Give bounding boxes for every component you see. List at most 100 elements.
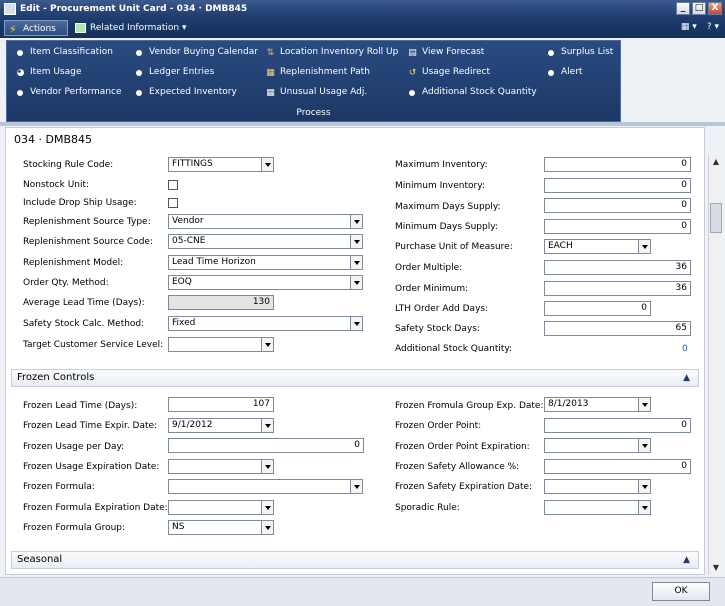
frozen-order-point-expiration-picker[interactable] (544, 438, 651, 453)
minimum-inventory-field[interactable]: 0 (544, 178, 691, 193)
ribbon-item-replenishment-path[interactable]: ▦ Replenishment Path (265, 67, 370, 78)
frozen-order-point-field[interactable]: 0 (544, 418, 691, 433)
frozen-order-point-label: Frozen Order Point: (395, 421, 482, 431)
frozen-usage-per-day-field[interactable]: 0 (168, 438, 364, 453)
chevron-down-icon[interactable] (350, 215, 362, 228)
additional-stock-quantity-link[interactable]: 0 (682, 344, 688, 354)
scroll-thumb[interactable] (710, 203, 722, 233)
replenishment-model-label: Replenishment Model: (23, 258, 124, 268)
maximize-button[interactable]: □ (692, 2, 706, 15)
maximum-inventory-label: Maximum Inventory: (395, 160, 488, 170)
include-drop-ship-usage-checkbox[interactable] (168, 198, 178, 208)
sporadic-rule-select[interactable] (544, 500, 651, 515)
chevron-down-icon[interactable] (638, 240, 650, 253)
chevron-down-icon[interactable] (261, 521, 273, 534)
ribbon-item-vendor-buying-calendar[interactable]: Vendor Buying Calendar (134, 47, 258, 57)
target-customer-service-level-select[interactable] (168, 337, 274, 352)
close-button[interactable]: X (708, 2, 722, 15)
order-minimum-field[interactable]: 36 (544, 281, 691, 296)
frozen-formula-group-select[interactable]: NS (168, 520, 274, 535)
chevron-down-icon[interactable] (261, 460, 273, 473)
order-multiple-label: Order Multiple: (395, 263, 463, 273)
chevron-down-icon[interactable] (261, 419, 273, 432)
maximum-days-supply-field[interactable]: 0 (544, 198, 691, 213)
chevron-down-icon[interactable] (638, 398, 650, 411)
ribbon-item-unusual-usage-adj[interactable]: ▦ Unusual Usage Adj. (265, 87, 367, 98)
maximum-inventory-field[interactable]: 0 (544, 157, 691, 172)
minimum-inventory-label: Minimum Inventory: (395, 181, 485, 191)
order-multiple-field[interactable]: 36 (544, 260, 691, 275)
frozen-formula-select[interactable] (168, 479, 363, 494)
chevron-down-icon[interactable] (350, 276, 362, 289)
safety-stock-days-field[interactable]: 65 (544, 321, 691, 336)
chevron-down-icon[interactable] (638, 501, 650, 514)
replenishment-source-code-select[interactable]: 05-CNE (168, 234, 363, 249)
include-drop-ship-usage-label: Include Drop Ship Usage: (23, 198, 137, 208)
scroll-up-icon[interactable]: ▲ (710, 156, 722, 168)
frozen-safety-allowance-field[interactable]: 0 (544, 459, 691, 474)
collapse-icon[interactable]: ▲ (683, 552, 690, 568)
ribbon-item-ledger-entries[interactable]: Ledger Entries (134, 67, 214, 77)
redirect-icon: ↺ (408, 68, 417, 78)
frozen-formula-group-exp-date-label: Frozen Fromula Group Exp. Date: (395, 401, 544, 411)
ribbon-item-vendor-performance[interactable]: Vendor Performance (15, 87, 122, 97)
related-tab-label: Related Information (90, 23, 180, 33)
ribbon-item-item-classification[interactable]: Item Classification (15, 47, 113, 57)
order-minimum-label: Order Minimum: (395, 284, 469, 294)
frozen-usage-expiration-date-picker[interactable] (168, 459, 274, 474)
seasonal-section-header[interactable]: Seasonal ▲ (11, 551, 699, 569)
chevron-down-icon[interactable] (350, 317, 362, 330)
chevron-down-icon[interactable] (261, 501, 273, 514)
safety-stock-calc-method-select[interactable]: Fixed (168, 316, 363, 331)
lightning-icon: ⚡ (9, 23, 17, 36)
bullet-icon (548, 70, 554, 76)
purchase-unit-of-measure-select[interactable]: EACH (544, 239, 651, 254)
stocking-rule-code-select[interactable]: FITTINGS (168, 157, 274, 172)
collapse-icon[interactable]: ▲ (683, 370, 690, 386)
chevron-down-icon[interactable] (638, 480, 650, 493)
minimize-button[interactable]: _ (676, 2, 690, 15)
nonstock-unit-label: Nonstock Unit: (23, 180, 90, 190)
frozen-lead-time-field[interactable]: 107 (168, 397, 274, 412)
actions-tab[interactable]: ⚡ Actions ▾ (4, 20, 68, 50)
minimum-days-supply-field[interactable]: 0 (544, 219, 691, 234)
ribbon-item-expected-inventory[interactable]: Expected Inventory (134, 87, 237, 97)
replenishment-model-select[interactable]: Lead Time Horizon (168, 255, 363, 270)
ribbon-item-alert[interactable]: Alert (546, 67, 582, 77)
frozen-safety-expiration-date-label: Frozen Safety Expiration Date: (395, 482, 533, 492)
order-qty-method-select[interactable]: EOQ (168, 275, 363, 290)
safety-stock-days-label: Safety Stock Days: (395, 324, 480, 334)
chevron-down-icon[interactable] (638, 439, 650, 452)
frozen-controls-section-header[interactable]: Frozen Controls ▲ (11, 369, 699, 387)
ribbon-item-usage-redirect[interactable]: ↺ Usage Redirect (407, 67, 490, 78)
ribbon-item-additional-stock-quantity[interactable]: Additional Stock Quantity (407, 87, 537, 97)
scroll-down-icon[interactable]: ▼ (710, 562, 722, 574)
replenishment-source-type-select[interactable]: Vendor (168, 214, 363, 229)
chevron-down-icon[interactable] (261, 158, 273, 171)
frozen-safety-expiration-date-picker[interactable] (544, 479, 651, 494)
ribbon-item-item-usage[interactable]: ◕ Item Usage (15, 67, 82, 78)
lth-order-add-days-label: LTH Order Add Days: (395, 304, 489, 314)
lth-order-add-days-field[interactable]: 0 (544, 301, 651, 316)
ribbon-item-surplus-list[interactable]: Surplus List (546, 47, 613, 57)
frozen-formula-group-label: Frozen Formula Group: (23, 523, 126, 533)
average-lead-time-field: 130 (168, 295, 274, 310)
frozen-controls-title: Frozen Controls (17, 372, 95, 383)
related-information-tab[interactable]: Related Information ▾ (72, 20, 191, 36)
nonstock-unit-checkbox[interactable] (168, 180, 178, 190)
frozen-formula-group-exp-date-picker[interactable]: 8/1/2013 (544, 397, 651, 412)
view-menu-icon[interactable]: ▦ ▾ (681, 22, 697, 32)
chevron-down-icon[interactable] (350, 256, 362, 269)
ribbon-item-view-forecast[interactable]: ▤ View Forecast (407, 47, 484, 58)
chevron-down-icon[interactable] (350, 480, 362, 493)
vertical-scrollbar[interactable]: ▲ ▼ (708, 155, 722, 575)
chevron-down-icon[interactable] (261, 338, 273, 351)
path-icon: ▦ (266, 68, 275, 78)
help-icon[interactable]: ? ▾ (707, 22, 719, 32)
frozen-lead-time-expir-date-picker[interactable]: 9/1/2012 (168, 418, 274, 433)
ribbon-item-location-inventory-roll-up[interactable]: ⇅ Location Inventory Roll Up (265, 47, 399, 58)
chevron-down-icon[interactable] (350, 235, 362, 248)
ok-button[interactable]: OK (652, 582, 710, 601)
ribbon-process-group: Item Classification ◕ Item Usage Vendor P… (6, 40, 621, 122)
frozen-formula-expiration-date-picker[interactable] (168, 500, 274, 515)
